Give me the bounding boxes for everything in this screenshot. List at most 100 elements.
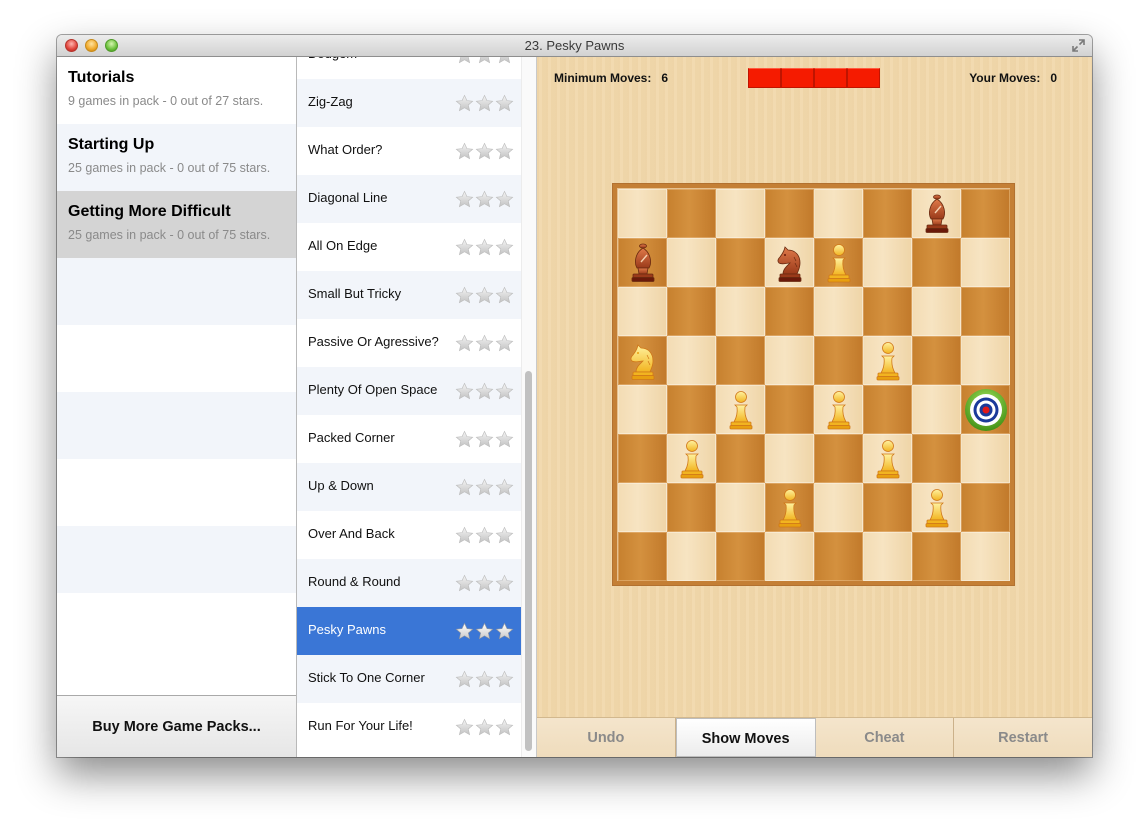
board-square[interactable] (716, 336, 765, 385)
game-item[interactable]: Stick To One Corner (297, 655, 522, 703)
board-square[interactable] (863, 287, 912, 336)
board-square[interactable] (912, 385, 961, 434)
cheat-button[interactable]: Cheat (815, 718, 955, 757)
board-square[interactable] (912, 287, 961, 336)
board-square[interactable] (618, 287, 667, 336)
brown-knight-icon[interactable] (765, 238, 814, 287)
game-list-scrollbar[interactable] (521, 57, 536, 757)
board-square[interactable] (961, 532, 1010, 581)
game-item[interactable]: What Order? (297, 127, 522, 175)
board-square[interactable] (667, 287, 716, 336)
star-icon (495, 286, 514, 310)
board-square[interactable] (863, 238, 912, 287)
board-square[interactable] (863, 385, 912, 434)
board-square[interactable] (961, 287, 1010, 336)
board-square[interactable] (667, 189, 716, 238)
gold-pawn-icon[interactable] (912, 483, 961, 532)
game-item[interactable]: Small But Tricky (297, 271, 522, 319)
board-square[interactable] (667, 483, 716, 532)
board-square[interactable] (814, 336, 863, 385)
board-square[interactable] (765, 434, 814, 483)
gold-pawn-icon[interactable] (863, 434, 912, 483)
board-square[interactable] (716, 189, 765, 238)
board-square[interactable] (863, 483, 912, 532)
game-item[interactable]: All On Edge (297, 223, 522, 271)
board-square[interactable] (716, 238, 765, 287)
board-square[interactable] (765, 532, 814, 581)
board-square[interactable] (912, 336, 961, 385)
game-item[interactable]: Passive Or Agressive? (297, 319, 522, 367)
board-square[interactable] (961, 483, 1010, 532)
board-square[interactable] (961, 238, 1010, 287)
game-item[interactable]: Diagonal Line (297, 175, 522, 223)
board-square[interactable] (765, 189, 814, 238)
gold-pawn-icon[interactable] (863, 336, 912, 385)
restart-button[interactable]: Restart (954, 718, 1092, 757)
brown-bishop-icon[interactable] (912, 189, 961, 238)
show-moves-button[interactable]: Show Moves (675, 718, 816, 757)
board-square[interactable] (618, 483, 667, 532)
board-square[interactable] (667, 385, 716, 434)
board-square[interactable] (814, 532, 863, 581)
board-square[interactable] (814, 483, 863, 532)
game-item[interactable]: Run For Your Life! (297, 703, 522, 751)
board-square[interactable] (863, 532, 912, 581)
board-square[interactable] (618, 189, 667, 238)
gold-pawn-icon[interactable] (814, 385, 863, 434)
star-rating (455, 142, 514, 166)
buy-more-packs-button[interactable]: Buy More Game Packs... (57, 695, 296, 757)
board-square[interactable] (765, 336, 814, 385)
board-square[interactable] (912, 238, 961, 287)
pack-item[interactable]: Getting More Difficult 25 games in pack … (57, 191, 296, 258)
board-square[interactable] (667, 238, 716, 287)
gold-pawn-icon[interactable] (716, 385, 765, 434)
gold-pawn-icon[interactable] (814, 238, 863, 287)
gold-knight-icon[interactable] (618, 336, 667, 385)
game-item[interactable]: Packed Corner (297, 415, 522, 463)
target-icon[interactable] (961, 385, 1010, 434)
pack-item[interactable]: Starting Up 25 games in pack - 0 out of … (57, 124, 296, 191)
fullscreen-icon[interactable] (1071, 38, 1086, 53)
board-square[interactable] (961, 189, 1010, 238)
game-item[interactable]: Pesky Pawns (297, 607, 522, 655)
window-title: 23. Pesky Pawns (524, 38, 625, 53)
pack-item[interactable]: Tutorials 9 games in pack - 0 out of 27 … (57, 57, 296, 124)
star-icon (455, 142, 474, 166)
board-square[interactable] (716, 434, 765, 483)
scrollbar-thumb[interactable] (525, 371, 532, 751)
star-icon (455, 574, 474, 598)
board-square[interactable] (618, 532, 667, 581)
board-square[interactable] (961, 434, 1010, 483)
board-square[interactable] (961, 336, 1010, 385)
star-icon (455, 238, 474, 262)
board-square[interactable] (765, 287, 814, 336)
board-square[interactable] (716, 287, 765, 336)
progress-segment (748, 68, 781, 88)
game-item[interactable]: Up & Down (297, 463, 522, 511)
board-square[interactable] (716, 532, 765, 581)
game-item[interactable]: Over And Back (297, 511, 522, 559)
board-square[interactable] (765, 385, 814, 434)
game-item[interactable]: Round & Round (297, 559, 522, 607)
board-square[interactable] (618, 434, 667, 483)
board-square[interactable] (863, 189, 912, 238)
game-item[interactable]: Zig-Zag (297, 79, 522, 127)
board-square[interactable] (814, 434, 863, 483)
undo-button[interactable]: Undo (537, 718, 676, 757)
star-rating (455, 286, 514, 310)
board-square[interactable] (667, 532, 716, 581)
board-square[interactable] (814, 287, 863, 336)
board-square[interactable] (912, 434, 961, 483)
game-item[interactable]: Dodgem (297, 57, 522, 79)
game-item[interactable]: Plenty Of Open Space (297, 367, 522, 415)
brown-bishop-icon[interactable] (618, 238, 667, 287)
board-square[interactable] (667, 336, 716, 385)
gold-pawn-icon[interactable] (667, 434, 716, 483)
board-square[interactable] (716, 483, 765, 532)
star-rating (455, 57, 514, 70)
board-square[interactable] (814, 189, 863, 238)
board-square[interactable] (618, 385, 667, 434)
star-icon (455, 526, 474, 550)
gold-pawn-icon[interactable] (765, 483, 814, 532)
board-square[interactable] (912, 532, 961, 581)
